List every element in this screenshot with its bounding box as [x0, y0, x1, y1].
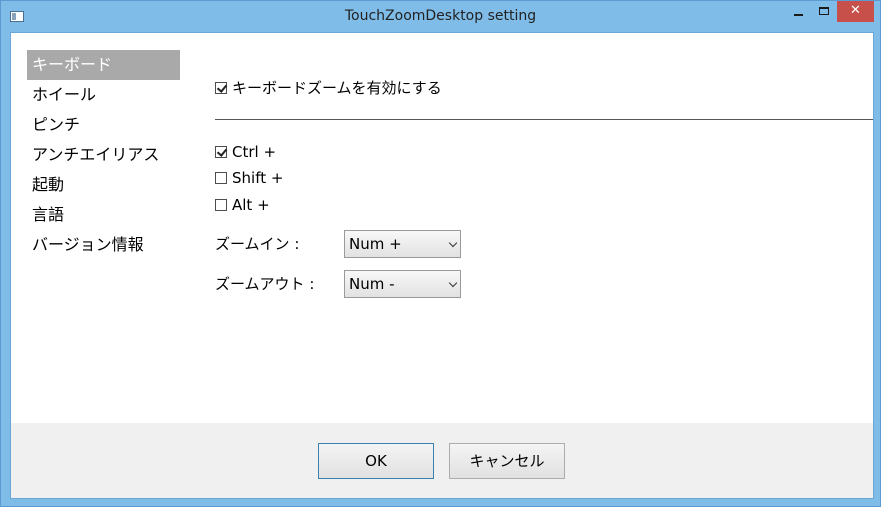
minimize-button[interactable] — [785, 1, 811, 22]
checkbox-box[interactable] — [215, 146, 227, 158]
nav-item-keyboard[interactable]: キーボード — [27, 50, 180, 80]
enable-keyboard-zoom-checkbox[interactable]: キーボードズームを有効にする — [215, 77, 442, 98]
zoom-out-label: ズームアウト : — [215, 275, 315, 293]
alt-modifier-checkbox[interactable]: Alt + — [215, 196, 270, 214]
content-area: キーボード ホイール ピンチ アンチエイリアス 起動 言語 バージョン情報 キー… — [11, 33, 873, 423]
nav-item-language[interactable]: 言語 — [27, 200, 180, 230]
chevron-down-icon — [448, 278, 458, 288]
close-icon: ✕ — [850, 3, 861, 18]
window-title: TouchZoomDesktop setting — [344, 8, 537, 24]
zoom-out-selected-value: Num - — [349, 275, 395, 293]
ctrl-modifier-label: Ctrl + — [232, 143, 277, 161]
section-divider — [215, 119, 873, 120]
nav-item-pinch[interactable]: ピンチ — [27, 110, 180, 140]
close-button[interactable]: ✕ — [837, 1, 874, 22]
zoom-out-key-select[interactable]: Num - — [344, 270, 461, 298]
maximize-button[interactable] — [811, 1, 837, 22]
settings-window: TouchZoomDesktop setting ✕ キーボード ホイール ピン… — [0, 0, 881, 507]
maximize-icon — [819, 7, 829, 15]
shift-modifier-label: Shift + — [232, 169, 284, 187]
client-area: キーボード ホイール ピンチ アンチエイリアス 起動 言語 バージョン情報 キー… — [10, 32, 874, 499]
nav-item-wheel[interactable]: ホイール — [27, 80, 180, 110]
zoom-in-selected-value: Num + — [349, 235, 402, 253]
enable-keyboard-zoom-label: キーボードズームを有効にする — [232, 79, 442, 97]
checkbox-box[interactable] — [215, 199, 227, 211]
minimize-icon — [794, 14, 803, 16]
nav-item-version[interactable]: バージョン情報 — [27, 230, 180, 260]
nav-item-antialias[interactable]: アンチエイリアス — [27, 140, 180, 170]
zoom-in-key-select[interactable]: Num + — [344, 230, 461, 258]
checkbox-box[interactable] — [215, 81, 227, 94]
ok-button[interactable]: OK — [318, 443, 434, 479]
ctrl-modifier-checkbox[interactable]: Ctrl + — [215, 143, 276, 161]
shift-modifier-checkbox[interactable]: Shift + — [215, 169, 283, 187]
settings-nav: キーボード ホイール ピンチ アンチエイリアス 起動 言語 バージョン情報 — [27, 50, 180, 260]
chevron-down-icon — [448, 238, 458, 248]
nav-item-startup[interactable]: 起動 — [27, 170, 180, 200]
alt-modifier-label: Alt + — [232, 196, 270, 214]
checkbox-box[interactable] — [215, 172, 227, 184]
zoom-in-label: ズームイン : — [215, 235, 300, 253]
cancel-button[interactable]: キャンセル — [449, 443, 565, 479]
title-bar[interactable]: TouchZoomDesktop setting ✕ — [1, 1, 880, 32]
dialog-footer: OK キャンセル — [11, 423, 873, 498]
